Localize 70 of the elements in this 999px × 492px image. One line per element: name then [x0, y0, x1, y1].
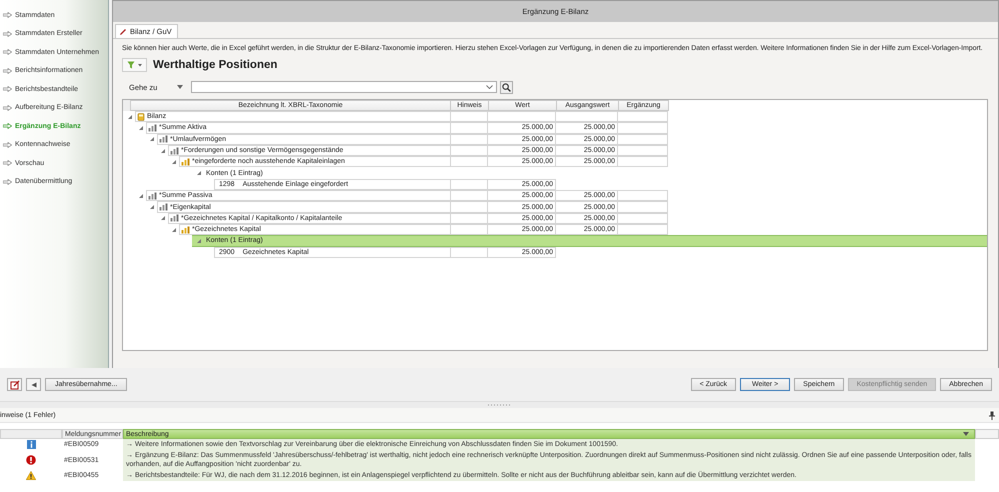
filter-icon	[126, 61, 142, 69]
table-cell	[617, 190, 668, 202]
bar-chart-icon	[148, 124, 157, 132]
bar-chart-icon	[181, 158, 190, 166]
expander-icon[interactable]	[196, 170, 202, 176]
header-corner	[123, 100, 131, 111]
pencil-icon	[119, 28, 127, 36]
pin-icon[interactable]	[989, 410, 995, 420]
expander-icon[interactable]	[138, 124, 144, 131]
arrow-icon	[3, 12, 12, 18]
bar-chart-icon	[181, 226, 190, 234]
edit-icon	[10, 380, 20, 390]
table-cell	[617, 156, 668, 168]
arrow-icon	[3, 142, 12, 148]
table-cell	[450, 111, 488, 122]
column-header	[0, 429, 62, 439]
expander-icon[interactable]	[149, 136, 155, 142]
caret-icon[interactable]	[177, 85, 183, 89]
table-cell	[617, 212, 668, 224]
expander-icon[interactable]	[138, 192, 144, 199]
arrow-icon	[3, 86, 12, 92]
expander-icon[interactable]	[171, 226, 177, 233]
table-cell	[617, 134, 668, 145]
search-button[interactable]	[500, 80, 513, 94]
left-triangle-icon	[30, 382, 36, 388]
warning-icon	[26, 471, 36, 480]
table-cell	[450, 246, 488, 258]
table-cell	[617, 122, 668, 134]
table-cell	[487, 111, 556, 122]
edit-button[interactable]	[7, 378, 22, 391]
table-cell	[450, 134, 488, 145]
table-cell	[617, 224, 668, 236]
arrow-icon	[3, 30, 12, 37]
caret-icon	[486, 85, 493, 89]
expander-icon[interactable]	[149, 204, 155, 210]
bar-chart-icon	[159, 203, 168, 212]
expander-icon[interactable]	[171, 158, 177, 165]
table-cell	[555, 111, 618, 122]
book-icon	[137, 112, 145, 121]
filter-button[interactable]	[122, 58, 147, 72]
bar-chart-icon	[159, 135, 168, 144]
table-cell	[450, 190, 488, 202]
section-heading: Werthaltige Positionen	[153, 59, 278, 71]
arrow-icon	[3, 123, 12, 130]
arrow-icon	[3, 68, 12, 74]
search-icon	[502, 82, 511, 92]
table-cell	[617, 201, 668, 213]
expander-icon[interactable]	[196, 238, 202, 244]
expander-icon[interactable]	[160, 148, 166, 154]
table-cell	[450, 212, 488, 224]
caret-icon[interactable]	[963, 432, 969, 436]
expander-icon[interactable]	[127, 114, 133, 120]
table-cell	[617, 111, 668, 122]
table-cell	[617, 144, 668, 156]
table-cell	[450, 201, 488, 213]
arrow-icon	[3, 49, 12, 56]
expander-icon[interactable]	[160, 215, 166, 222]
bar-chart-icon	[148, 192, 157, 200]
info-icon	[26, 440, 36, 449]
error-icon	[26, 455, 36, 465]
back-button[interactable]	[26, 378, 41, 391]
arrow-icon	[3, 104, 12, 111]
table-cell	[450, 122, 488, 134]
bar-chart-icon	[170, 214, 179, 222]
table-cell	[450, 144, 488, 156]
table-cell	[450, 156, 488, 168]
arrow-icon	[3, 178, 12, 185]
bar-chart-icon	[170, 146, 179, 155]
arrow-icon	[3, 160, 12, 166]
table-cell	[450, 178, 488, 190]
